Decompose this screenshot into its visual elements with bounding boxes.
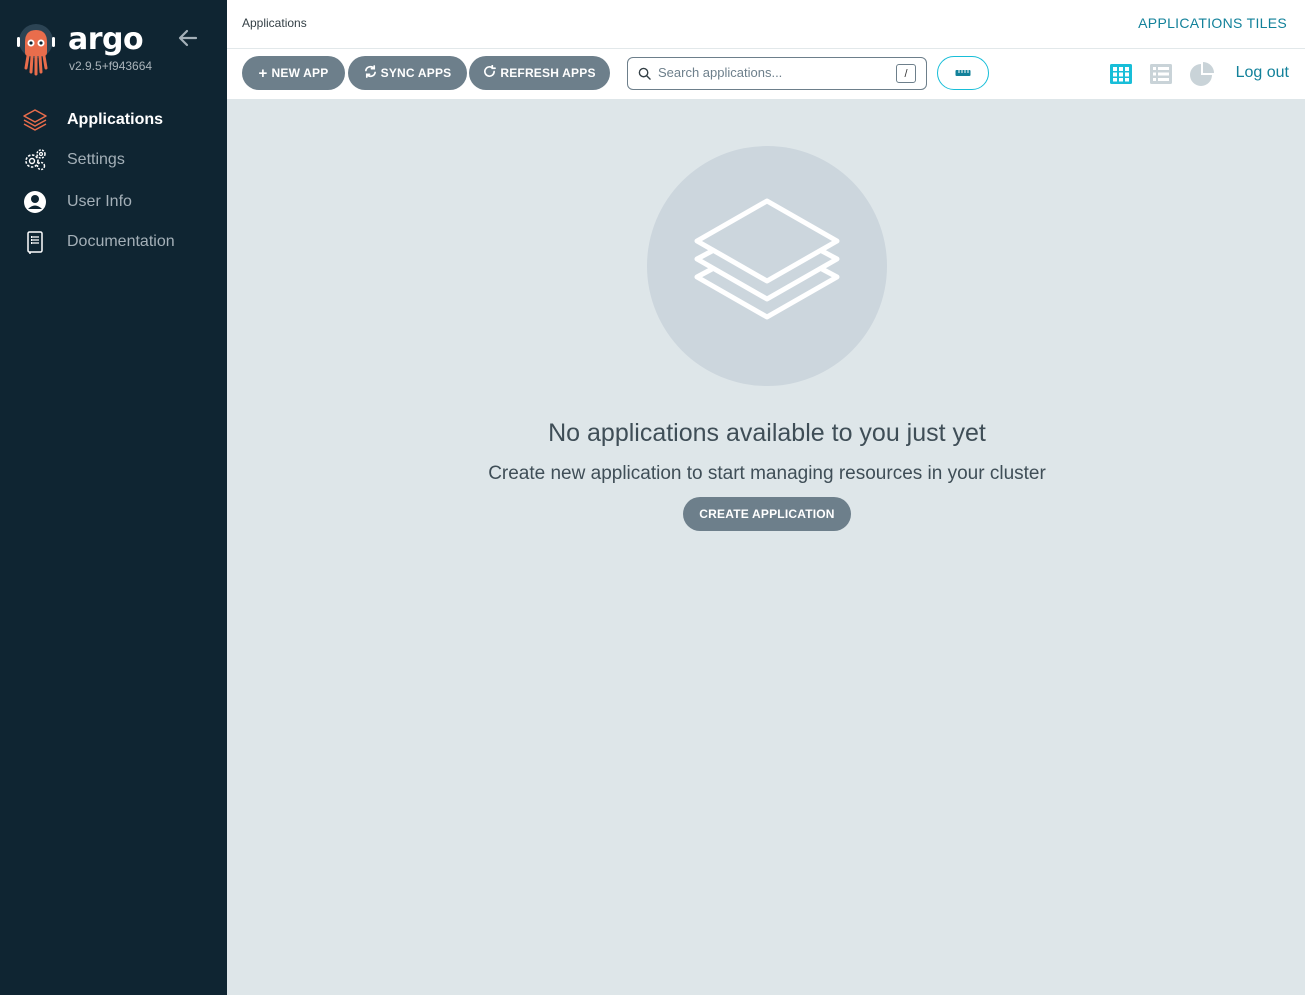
- filter-ruler-icon: [955, 64, 971, 82]
- sidebar-item-user-info[interactable]: User Info: [0, 182, 227, 222]
- refresh-apps-button[interactable]: REFRESH APPS: [469, 56, 610, 90]
- collapse-sidebar-arrow-icon[interactable]: [176, 27, 200, 49]
- create-application-button[interactable]: CREATE APPLICATION: [683, 497, 851, 531]
- new-app-label: NEW APP: [271, 66, 329, 80]
- book-icon: [22, 229, 48, 255]
- sidebar-item-settings[interactable]: Settings: [0, 140, 227, 180]
- refresh-apps-label: REFRESH APPS: [500, 66, 596, 80]
- pie-chart-view-icon[interactable]: [1189, 61, 1215, 87]
- search-shortcut-key: /: [896, 64, 916, 83]
- empty-state-circle: [647, 146, 887, 386]
- sidebar-item-label: Documentation: [67, 233, 175, 250]
- sync-apps-label: SYNC APPS: [380, 66, 452, 80]
- tiles-view-grid-icon[interactable]: [1108, 61, 1134, 87]
- sidebar-nav: Applications Settings User Info Document…: [0, 100, 227, 262]
- sync-icon: [364, 65, 377, 81]
- layers-icon: [692, 189, 842, 344]
- sidebar-item-documentation[interactable]: Documentation: [0, 222, 227, 262]
- sidebar-item-applications[interactable]: Applications: [0, 100, 227, 140]
- user-circle-icon: [22, 189, 48, 215]
- sidebar-item-label: User Info: [67, 193, 132, 210]
- version-label: v2.9.5+f943664: [69, 59, 153, 73]
- sidebar-item-label: Applications: [67, 111, 164, 128]
- layers-icon: [22, 107, 48, 133]
- empty-state: No applications available to you just ye…: [227, 99, 1305, 995]
- empty-state-title: No applications available to you just ye…: [548, 419, 986, 447]
- new-app-button[interactable]: + NEW APP: [242, 56, 345, 90]
- breadcrumb[interactable]: Applications: [242, 16, 307, 30]
- argo-octopus-logo[interactable]: [16, 22, 56, 76]
- brand-name: argo: [68, 22, 144, 57]
- logout-link[interactable]: Log out: [1236, 64, 1289, 82]
- plus-icon: +: [258, 64, 268, 82]
- page-title: APPLICATIONS TILES: [1138, 15, 1287, 31]
- filter-toggle-button[interactable]: [937, 56, 989, 90]
- sidebar: argo v2.9.5+f943664 Applications Setting…: [0, 0, 227, 995]
- top-header: Applications APPLICATIONS TILES: [227, 0, 1305, 49]
- search-box[interactable]: /: [627, 57, 927, 90]
- toolbar: + NEW APP SYNC APPS REFRESH APPS /: [227, 49, 1305, 99]
- list-view-icon[interactable]: [1148, 61, 1174, 87]
- refresh-icon: [483, 64, 497, 81]
- sidebar-item-label: Settings: [67, 151, 125, 168]
- gears-icon: [22, 147, 48, 173]
- empty-state-subtitle: Create new application to start managing…: [488, 463, 1046, 484]
- search-icon: [638, 67, 651, 85]
- search-input[interactable]: [658, 65, 888, 80]
- sync-apps-button[interactable]: SYNC APPS: [348, 56, 467, 90]
